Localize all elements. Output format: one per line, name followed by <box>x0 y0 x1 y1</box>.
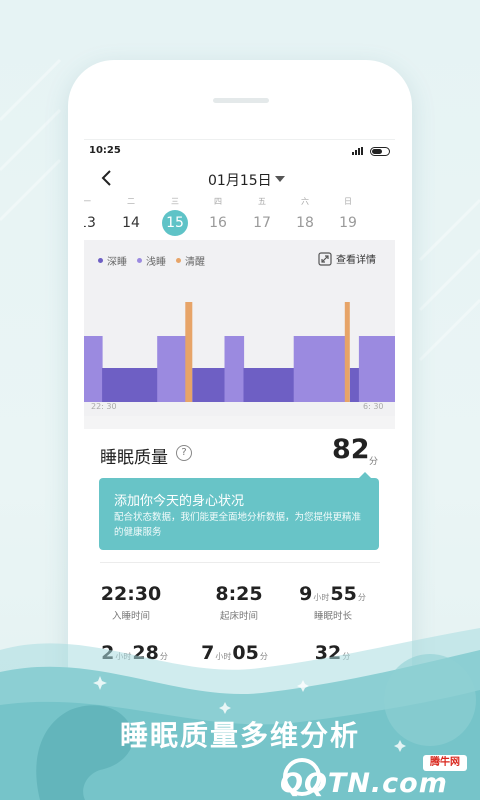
watermark-badge: 腾牛网 <box>423 755 467 771</box>
sleep-score-unit: 分 <box>369 457 379 467</box>
day-name: 日 <box>344 197 352 206</box>
waketime-label: 起床时间 <box>219 611 258 622</box>
day-number: 17 <box>253 215 271 231</box>
duration-minutes: 55 <box>330 583 357 605</box>
dropdown-caret-icon[interactable] <box>275 176 285 182</box>
phone-speaker <box>213 98 269 103</box>
signal-icon <box>352 147 363 155</box>
expand-icon <box>318 251 332 266</box>
row2-c-unit: 分 <box>342 652 351 661</box>
row2-a-min-unit: 分 <box>159 652 168 661</box>
stat-row2-c: 32分 <box>288 642 378 664</box>
day-15[interactable]: 三 15 <box>153 195 197 236</box>
add-status-title: 添加你今天的身心状况 <box>114 494 245 509</box>
sleep-stage-bar <box>192 368 225 402</box>
row2-c-value: 32 <box>314 642 342 664</box>
day-name: 三 <box>171 197 179 206</box>
sleep-stage-bar <box>224 336 245 402</box>
legend-item: 浅睡 <box>137 253 166 268</box>
stat-row2-a: 2小时28分 <box>90 642 180 664</box>
sleep-stage-bar <box>185 302 193 402</box>
bedtime-value: 22:30 <box>100 583 162 605</box>
view-details-label: 查看详情 <box>336 255 376 266</box>
sleep-stage-bar <box>243 368 295 402</box>
back-arrow-icon[interactable] <box>100 169 114 187</box>
chart-legend: 深睡 浅睡 清醒 <box>98 253 205 268</box>
day-name: 五 <box>258 197 266 206</box>
day-19[interactable]: 日 19 <box>326 195 370 236</box>
row2-a-minutes: 28 <box>132 642 159 664</box>
add-status-desc: 配合状态数据，我们能更全面地分析数据，为您提供更精准的健康服务 <box>114 512 362 538</box>
duration-hour-unit: 小时 <box>313 593 330 602</box>
day-name: 二 <box>127 197 135 206</box>
chart-start-time: 22: 30 <box>91 402 117 411</box>
day-18[interactable]: 六 18 <box>283 195 327 236</box>
divider <box>100 562 380 563</box>
day-name: 四 <box>214 197 222 206</box>
duration-min-unit: 分 <box>357 593 366 602</box>
duration-hours: 9 <box>299 583 313 605</box>
bedtime-stat: 22:30 入睡时间 <box>86 583 176 622</box>
legend-item: 清醒 <box>176 253 205 268</box>
add-status-card[interactable]: 添加你今天的身心状况 配合状态数据，我们能更全面地分析数据，为您提供更精准的健康… <box>99 472 379 550</box>
sleep-stage-bar <box>102 368 158 402</box>
day-14[interactable]: 二 14 <box>109 195 153 236</box>
waketime-value: 8:25 <box>215 583 263 605</box>
week-selector: 一 13 二 14 三 15 四 16 五 17 六 18 日 19 <box>84 195 395 239</box>
duration-stat: 9小时55分 睡眠时长 <box>288 583 378 622</box>
row2-b-hours: 7 <box>201 642 215 664</box>
day-number: 19 <box>339 215 357 231</box>
status-time: 10:25 <box>89 145 121 156</box>
sleep-stage-bar <box>157 336 186 402</box>
bedtime-label: 入睡时间 <box>111 611 150 622</box>
sleep-stage-bar <box>84 336 103 402</box>
day-number: 15 <box>162 210 188 236</box>
sleep-stage-bar <box>344 302 350 402</box>
row2-b-minutes: 05 <box>232 642 259 664</box>
row2-a-hour-unit: 小时 <box>115 652 132 661</box>
day-number: 14 <box>122 215 140 231</box>
sleep-quality-title: 睡眠质量 <box>100 448 168 468</box>
app-screen: 10:25 01月15日 一 13 二 14 三 15 四 16 五 17 六 18 日 19 深睡 浅睡 清… <box>84 139 395 699</box>
chart-end-time: 6: 30 <box>363 402 384 411</box>
stat-row2-b: 7小时05分 <box>190 642 280 664</box>
date-title[interactable]: 01月15日 <box>208 170 272 190</box>
legend-label: 清醒 <box>185 257 205 268</box>
legend-label: 深睡 <box>107 257 127 268</box>
day-13[interactable]: 一 13 <box>84 195 109 236</box>
battery-icon <box>370 147 390 156</box>
legend-dot-icon <box>176 258 181 263</box>
legend-dot-icon <box>137 258 142 263</box>
sleep-stage-chart <box>84 302 395 402</box>
day-name: 一 <box>84 195 109 209</box>
duration-label: 睡眠时长 <box>313 611 352 622</box>
day-16[interactable]: 四 16 <box>196 195 240 236</box>
day-name: 六 <box>301 197 309 206</box>
row2-a-hours: 2 <box>101 642 115 664</box>
status-bar: 10:25 <box>84 140 395 162</box>
waketime-stat: 8:25 起床时间 <box>194 583 284 622</box>
sleep-score: 82 <box>332 434 370 465</box>
view-details-link[interactable]: 查看详情 <box>318 251 376 266</box>
help-icon[interactable]: ? <box>176 445 192 461</box>
sleep-stage-bar <box>293 336 346 402</box>
sleep-stage-bar <box>358 336 395 402</box>
day-number: 16 <box>209 215 227 231</box>
watermark-logo: QQTN.com <box>280 768 448 799</box>
tagline: 睡眠质量多维分析 <box>119 719 360 752</box>
legend-item: 深睡 <box>98 253 127 268</box>
row2-b-min-unit: 分 <box>259 652 268 661</box>
legend-dot-icon <box>98 258 103 263</box>
day-number: 18 <box>296 215 314 231</box>
day-number: 13 <box>84 215 96 231</box>
legend-label: 浅睡 <box>146 257 166 268</box>
day-17[interactable]: 五 17 <box>240 195 284 236</box>
section-divider <box>84 416 395 429</box>
row2-b-hour-unit: 小时 <box>215 652 232 661</box>
sleep-stage-bar <box>349 368 360 402</box>
